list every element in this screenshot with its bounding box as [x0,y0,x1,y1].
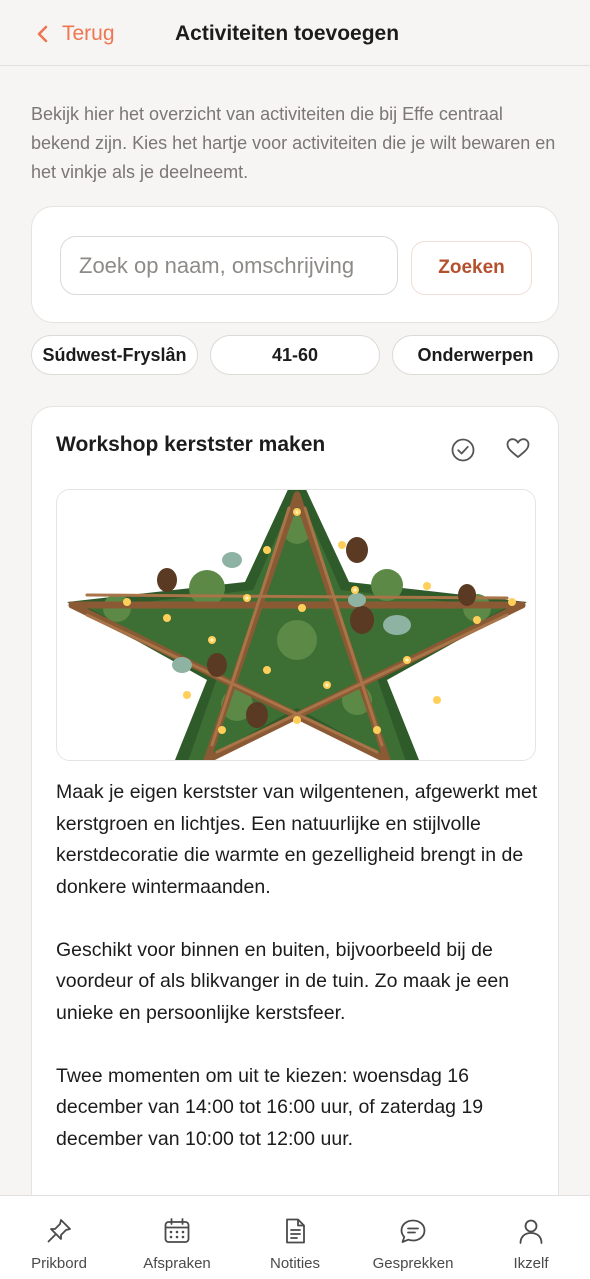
search-button[interactable]: Zoeken [411,241,532,295]
description-paragraph: Maak je eigen kerstster van wilgentenen,… [56,781,538,898]
christmas-star-image [57,490,535,760]
tab-afspraken[interactable]: Afspraken [118,1196,236,1279]
page-title: Activiteiten toevoegen [175,22,400,45]
document-icon [286,1218,305,1244]
pin-icon [47,1219,71,1243]
tab-ikzelf[interactable]: Ikzelf [472,1196,590,1279]
bottom-tab-bar: Prikbord Afspraken Notities Gesprekken I… [0,1195,590,1279]
filter-region[interactable]: Súdwest-Fryslân [31,335,198,375]
tab-gesprekken[interactable]: Gesprekken [354,1196,472,1279]
description-paragraph: Twee momenten om uit te kiezen: woensdag… [56,1064,484,1150]
filter-age[interactable]: 41-60 [210,335,380,375]
activity-title: Workshop kerstster maken [56,433,326,456]
tab-label: Notities [269,1255,321,1272]
back-button[interactable]: Terug [36,20,115,48]
tab-label: Ikzelf [513,1255,549,1272]
chat-bubble-icon [400,1219,426,1243]
heart-icon [506,438,530,458]
description-paragraph: Geschikt voor binnen en buiten, bijvoorb… [56,938,510,1024]
intro-text: Bekijk hier het overzicht van activiteit… [31,104,556,182]
activity-description: Maak je eigen kerstster van wilgentenen,… [56,777,542,1187]
filter-topics[interactable]: Onderwerpen [392,335,559,375]
tab-label: Gesprekken [372,1255,454,1272]
tab-label: Prikbord [31,1255,87,1272]
person-icon [519,1219,543,1244]
top-navigation-bar: Terug Activiteiten toevoegen [0,0,590,66]
activity-card: Workshop kerstster maken Maak je eigen k… [31,406,559,1226]
check-circle-icon [451,438,475,462]
activity-image [56,489,536,761]
participate-button[interactable] [448,435,478,465]
back-label: Terug [62,22,115,45]
tab-notities[interactable]: Notities [236,1196,354,1279]
tab-label: Afspraken [143,1255,211,1272]
calendar-icon [164,1218,190,1243]
favorite-button[interactable] [503,433,533,463]
tab-prikbord[interactable]: Prikbord [0,1196,118,1279]
search-input[interactable] [60,236,398,295]
search-card: Zoeken [31,206,559,323]
chevron-left-icon [37,25,48,43]
